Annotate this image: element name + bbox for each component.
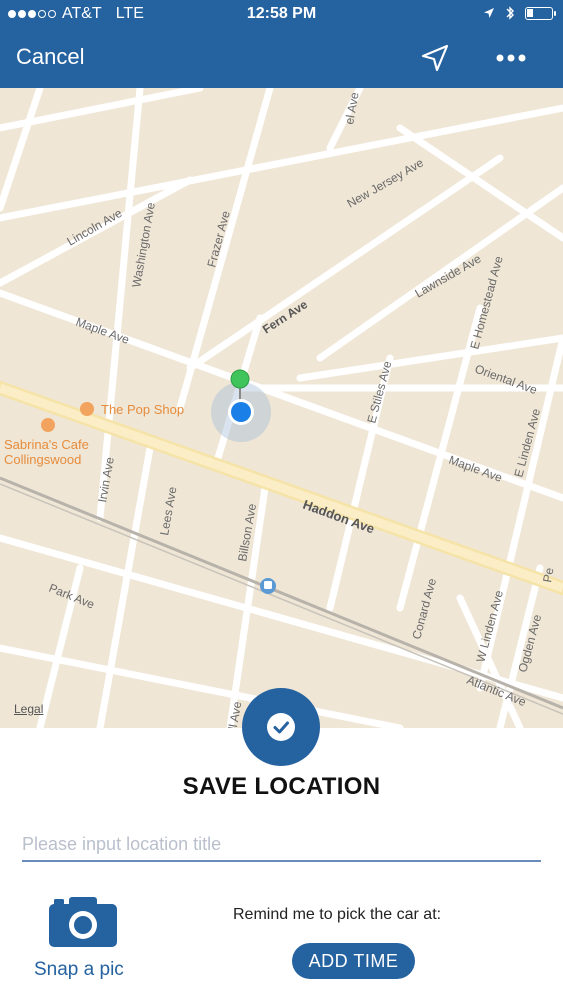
location-title-input[interactable] — [22, 828, 541, 862]
street-label: New Jersey Ave — [345, 155, 427, 210]
status-bar: AT&T LTE 12:58 PM — [0, 0, 563, 30]
clock: 12:58 PM — [246, 5, 317, 22]
poi-label: Sabrina's Cafe — [4, 437, 89, 452]
current-location-icon[interactable] — [231, 402, 251, 422]
map-view[interactable]: Lincoln Ave Washington Ave Frazer Ave Ne… — [0, 88, 563, 728]
location-arrow-icon — [484, 8, 494, 18]
battery-icon — [525, 6, 556, 20]
cafe-icon — [41, 418, 55, 432]
remind-label: Remind me to pick the car at: — [233, 906, 442, 923]
street-label: Lincoln Ave — [65, 206, 125, 249]
poi-label: Collingswood — [4, 452, 81, 467]
locate-me-icon[interactable] — [418, 41, 452, 75]
map-canvas: Lincoln Ave Washington Ave Frazer Ave Ne… — [0, 88, 563, 728]
nav-bar: Cancel — [0, 30, 563, 88]
restaurant-icon — [80, 402, 94, 416]
street-label: Maple Ave — [447, 453, 505, 485]
legal-link[interactable]: Legal — [14, 702, 43, 716]
more-options-icon[interactable] — [494, 41, 528, 75]
checkmark-icon — [267, 713, 295, 741]
snap-pic-label: Snap a pic — [34, 959, 124, 980]
save-location-button[interactable] — [242, 688, 320, 766]
parked-pin-icon[interactable] — [230, 369, 250, 389]
street-label: Oriental Ave — [473, 362, 539, 398]
street-label: Conard Ave — [409, 576, 439, 640]
top-bar: AT&T LTE 12:58 PM Cancel — [0, 0, 563, 88]
street-label: el Ave — [342, 91, 361, 126]
street-label: Irvin Ave — [95, 456, 117, 504]
camera-icon — [49, 897, 117, 947]
street-label: Lawnside Ave — [413, 251, 484, 300]
cancel-button[interactable]: Cancel — [16, 44, 84, 70]
haddon-ave-road-inner — [0, 383, 563, 593]
street-label: Lees Ave — [157, 485, 179, 536]
street-label: Maple Ave — [74, 315, 132, 347]
street-label: Pe — [540, 566, 556, 583]
street-label: W Linden Ave — [473, 589, 506, 664]
save-location-title: SAVE LOCATION — [182, 773, 381, 800]
add-time-button[interactable]: ADD TIME — [292, 943, 415, 979]
poi-sabrinas-cafe[interactable]: Sabrina's Cafe Collingswood — [4, 418, 89, 467]
bluetooth-icon — [506, 6, 514, 20]
transit-stop-icon[interactable] — [260, 578, 276, 594]
poi-label: The Pop Shop — [101, 402, 184, 417]
